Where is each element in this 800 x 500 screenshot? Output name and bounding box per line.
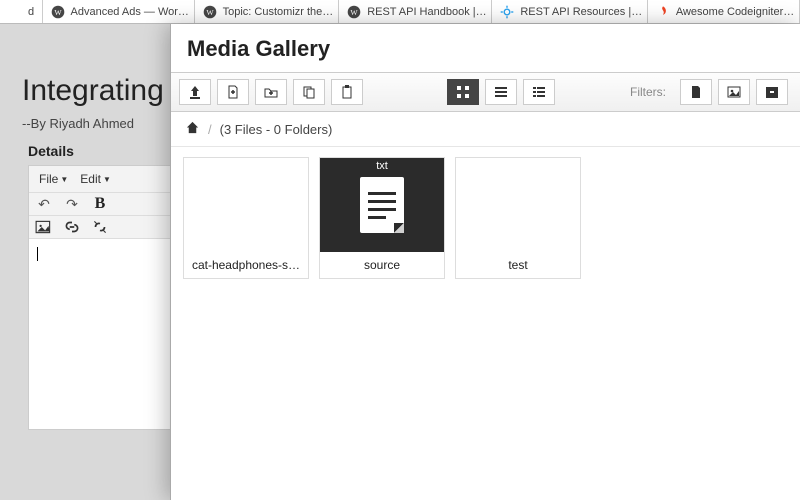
image-thumbnail xyxy=(456,158,580,252)
gallery-item[interactable]: cat-headphones-s… xyxy=(183,157,309,279)
item-name: test xyxy=(456,252,580,278)
redo-icon[interactable]: ↷ xyxy=(63,195,81,213)
filter-images-button[interactable] xyxy=(718,79,750,105)
breadcrumb-summary: (3 Files - 0 Folders) xyxy=(220,122,333,137)
svg-text:W: W xyxy=(54,7,62,16)
bold-icon[interactable]: B xyxy=(91,195,109,213)
image-browse-icon[interactable] xyxy=(35,218,53,236)
wordpress-icon: W xyxy=(203,5,217,19)
list-view-button[interactable] xyxy=(485,79,517,105)
gear-icon xyxy=(500,5,514,19)
image-thumbnail xyxy=(184,158,308,252)
paste-button[interactable] xyxy=(331,79,363,105)
document-icon xyxy=(360,177,404,233)
browser-tabs: d W Advanced Ads — Wor… W Topic: Customi… xyxy=(0,0,800,24)
file-menu[interactable]: File▼ xyxy=(35,170,72,188)
filter-archives-button[interactable] xyxy=(756,79,788,105)
txt-thumbnail: txt xyxy=(320,158,444,252)
link-icon[interactable] xyxy=(63,218,81,236)
tab-label: Awesome Codeigniter… xyxy=(676,6,794,18)
home-icon[interactable] xyxy=(185,120,200,138)
copy-button[interactable] xyxy=(293,79,325,105)
detail-view-button[interactable] xyxy=(523,79,555,105)
filters-label: Filters: xyxy=(630,85,666,99)
svg-text:W: W xyxy=(206,7,214,16)
file-type-badge: txt xyxy=(376,160,388,172)
text-cursor xyxy=(37,247,38,261)
browser-tab[interactable]: W Advanced Ads — Wor… xyxy=(43,0,195,23)
media-gallery-modal: Media Gallery Filters: / (3 Files - 0 Fo… xyxy=(170,24,800,500)
browser-tab[interactable]: W Topic: Customizr the… xyxy=(195,0,340,23)
gallery-grid: cat-headphones-s… txt source test xyxy=(171,147,800,289)
breadcrumb-separator: / xyxy=(208,122,212,137)
undo-icon[interactable]: ↶ xyxy=(35,195,53,213)
favicon-generic-icon xyxy=(8,5,22,19)
item-name: source xyxy=(320,252,444,278)
tab-label: Advanced Ads — Wor… xyxy=(71,6,189,18)
grid-view-button[interactable] xyxy=(447,79,479,105)
new-file-button[interactable] xyxy=(217,79,249,105)
tab-label: d xyxy=(28,6,34,18)
browser-tab[interactable]: REST API Resources |… xyxy=(492,0,648,23)
wordpress-icon: W xyxy=(51,5,65,19)
browser-tab[interactable]: W REST API Handbook |… xyxy=(339,0,492,23)
wordpress-icon: W xyxy=(347,5,361,19)
item-name: cat-headphones-s… xyxy=(184,252,308,278)
browser-tab[interactable]: d xyxy=(0,0,43,23)
caret-down-icon: ▼ xyxy=(60,175,68,184)
svg-text:W: W xyxy=(351,7,359,16)
unlink-icon[interactable] xyxy=(91,218,109,236)
new-folder-button[interactable] xyxy=(255,79,287,105)
edit-menu[interactable]: Edit▼ xyxy=(76,170,115,188)
gallery-item[interactable]: test xyxy=(455,157,581,279)
tab-label: Topic: Customizr the… xyxy=(223,6,334,18)
filter-documents-button[interactable] xyxy=(680,79,712,105)
breadcrumb: / (3 Files - 0 Folders) xyxy=(171,112,800,147)
gallery-item[interactable]: txt source xyxy=(319,157,445,279)
browser-tab[interactable]: Awesome Codeigniter… xyxy=(648,0,800,23)
tab-label: REST API Handbook |… xyxy=(367,6,486,18)
gallery-toolbar: Filters: xyxy=(171,72,800,112)
tab-label: REST API Resources |… xyxy=(520,6,642,18)
caret-down-icon: ▼ xyxy=(103,175,111,184)
modal-title: Media Gallery xyxy=(171,24,800,72)
codeigniter-icon xyxy=(656,5,670,19)
upload-button[interactable] xyxy=(179,79,211,105)
